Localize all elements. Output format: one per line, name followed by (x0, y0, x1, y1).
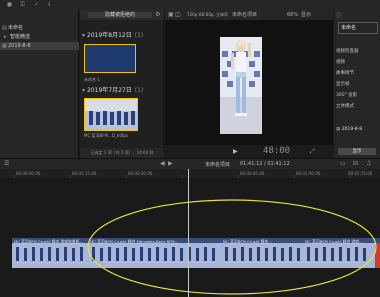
inspector-row: 视频 (336, 60, 345, 65)
timeline-toolbar: ☰ ◀ ▶ 未命名项目 01:41:12 / 01:41:12 ▭ ⊟ ♫ (0, 158, 380, 169)
inspector-row: 立体模式 (336, 104, 354, 109)
skimming-icon[interactable]: ⊟ (353, 160, 358, 167)
library-sidebar: ▤未命名 ▸ 智能精选 ▦2019-8-8 (0, 10, 79, 158)
disclosure-triangle-icon: ▾ (82, 87, 86, 94)
project-name: 未命名项目 (205, 162, 231, 168)
inspector: ⓘ 未命名 视频检查器 视频 故事情节 显示帧 360° 投影 立体模式 ▦ 2… (334, 10, 380, 158)
ruler-tick-label: 00:01:00:00 (296, 171, 321, 176)
browser-group-header[interactable]: ▾ 2019年8月12日 (1) (82, 31, 164, 40)
inspector-row: 视频检查器 (336, 49, 359, 54)
image-icon[interactable]: ◫ (175, 10, 181, 20)
clip-thumbnail[interactable] (84, 44, 136, 73)
ruler-tick-label: 00:01:15:00 (348, 171, 373, 176)
disclosure-triangle-icon: ▾ (82, 32, 86, 39)
viewer-header: ▣ ◫ 720p HD 60p, 立体声 未命名项目 66% 显示 (165, 10, 333, 20)
browser-footer: 已选定 1 项（共 2 项），14:03 秒 (80, 148, 164, 158)
timeline-timecode: 01:41:12 / 01:41:12 (240, 161, 290, 167)
viewer-timecode: 48:00 (263, 146, 291, 156)
video-frame (220, 37, 262, 134)
zoom-popup[interactable]: 66% (287, 10, 298, 20)
clip-title: MC 蓝羽BFM Crush] 睡衣 游戏结果版... (14, 239, 84, 244)
view-mode-icon[interactable]: ▣ (168, 10, 174, 20)
info-icon[interactable]: ⓘ (336, 11, 342, 20)
clip-label: MC 蓝羽BFM...D_60fps (84, 133, 129, 138)
format-label: 720p HD 60p, 立体声 (187, 12, 228, 17)
sidebar-item-event[interactable]: ▦2019-8-8 (0, 42, 79, 50)
view-popup[interactable]: 显示 (301, 10, 311, 20)
ruler-tick-label: 00:00:45:00 (240, 171, 265, 176)
clip-appearance-icon[interactable]: ▭ (340, 160, 346, 167)
ruler-tick-label: 00:00:30:00 (128, 171, 153, 176)
audio-skimming-icon[interactable]: ♫ (366, 160, 371, 167)
top-toolbar: ● ⚿ ✓ ⇩ (0, 0, 380, 10)
inspector-row: 360° 投影 (336, 93, 358, 98)
video-frame-image (220, 37, 262, 134)
inspector-row: 故事情节 (336, 71, 354, 76)
viewer-title: 未命名项目 (232, 12, 258, 18)
inspector-date: ▦ 2019-8-8 (336, 127, 363, 132)
inspector-row: 显示帧 (336, 82, 350, 87)
ruler-tick-label: 00:00:15:00 (72, 171, 97, 176)
clip-thumbnail[interactable] (84, 98, 138, 131)
sidebar-item-library[interactable]: ▤未命名 (2, 24, 23, 32)
import-icon[interactable]: ⇩ (46, 1, 53, 8)
show-button[interactable]: 显示 (338, 148, 376, 155)
key-icon[interactable]: ⚿ (19, 1, 26, 8)
forward-icon[interactable]: ▶ (168, 160, 173, 167)
viewer-controls: ▶ 48:00 ⤢ (165, 145, 333, 158)
check-icon[interactable]: ✓ (33, 1, 40, 8)
annotation-ellipse (87, 199, 377, 295)
mic-icon[interactable]: ● (6, 1, 13, 8)
fullscreen-icon[interactable]: ⤢ (310, 148, 315, 156)
browser-group-header[interactable]: ▾ 2019年7月27日 (1) (82, 86, 164, 95)
filter-popup[interactable]: 隐藏被拒绝的 (88, 12, 152, 18)
sidebar-item-smart-collections[interactable]: ▸ 智能精选 (4, 33, 30, 41)
gear-icon[interactable]: ⚙ (155, 11, 160, 18)
browser-header: 隐藏被拒绝的 ⚙ (80, 10, 164, 20)
ruler-tick-label: 00:00:00:00 (16, 171, 41, 176)
back-icon[interactable]: ◀ (160, 160, 165, 167)
inspector-title: 未命名 (338, 22, 378, 34)
dancers-thumbnail-image (85, 99, 137, 130)
clip-label: 未命名-1 (84, 77, 100, 82)
index-icon[interactable]: ☰ (4, 160, 9, 167)
timeline-ruler[interactable] (0, 169, 380, 178)
play-icon[interactable]: ▶ (233, 148, 238, 155)
ruler-ticks (13, 175, 351, 178)
